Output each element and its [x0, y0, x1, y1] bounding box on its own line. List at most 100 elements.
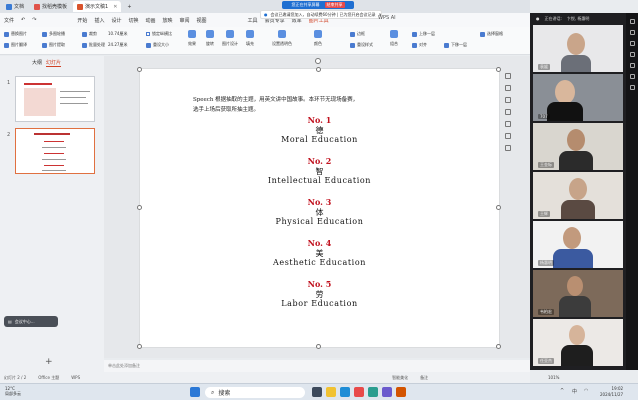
slide-thumbnail-1[interactable]: [15, 76, 95, 122]
mic-icon[interactable]: [629, 19, 635, 24]
tab-templates[interactable]: 找稻壳模板: [30, 1, 71, 12]
resize-handle[interactable]: [496, 67, 501, 72]
app-icon[interactable]: [396, 387, 406, 397]
video-tile[interactable]: 王辉: [533, 172, 623, 219]
start-icon[interactable]: [190, 387, 200, 397]
crop-button[interactable]: 裁剪: [82, 31, 97, 37]
meeting-app-icon[interactable]: [368, 387, 378, 397]
video-tile[interactable]: 王金标: [533, 123, 623, 170]
tray-arrow-icon[interactable]: ^: [560, 388, 564, 394]
effects-button[interactable]: 效果: [188, 30, 196, 47]
video-tile[interactable]: 707: [533, 74, 623, 121]
reset-style-button[interactable]: 重设样式: [350, 42, 373, 48]
stop-share-button[interactable]: 结束共享: [324, 2, 345, 8]
rotate-handle[interactable]: [315, 58, 321, 64]
image-translate-button[interactable]: 图片翻译: [4, 42, 27, 48]
doc-icon: [6, 3, 12, 10]
menu-design[interactable]: 设计: [111, 17, 121, 24]
menu-view[interactable]: 视图: [197, 17, 207, 24]
tab-slides[interactable]: 幻灯片: [46, 59, 62, 67]
menu-slideshow[interactable]: 放映: [163, 17, 173, 24]
redo-icon[interactable]: ↷: [32, 17, 36, 23]
smart-beautify-button[interactable]: 智能美化: [392, 375, 408, 381]
animation-icon[interactable]: [505, 121, 511, 127]
menu-home[interactable]: 开始: [77, 17, 87, 24]
menu-review[interactable]: 审阅: [180, 17, 190, 24]
wps-icon[interactable]: [354, 387, 364, 397]
style-icon[interactable]: [505, 109, 511, 115]
close-tab-icon[interactable]: ✕: [113, 4, 117, 10]
menu-file[interactable]: 文件: [4, 17, 14, 24]
store-icon[interactable]: [382, 387, 392, 397]
height-field[interactable]: 24.27厘米: [108, 42, 127, 48]
weather-widget[interactable]: 12°C 局部多云: [5, 386, 21, 396]
notes-toggle[interactable]: 备注: [420, 375, 428, 381]
width-field[interactable]: 10.74厘米: [108, 31, 127, 37]
settings-icon[interactable]: [629, 85, 635, 90]
resize-button[interactable]: 重设大小: [146, 42, 169, 48]
notes-pane[interactable]: 单击此处添加备注: [104, 360, 530, 372]
lock-ratio-checkbox[interactable]: 锁定纵横比: [146, 31, 172, 37]
tab-outline[interactable]: 大纲: [32, 59, 42, 67]
share-icon[interactable]: [629, 41, 635, 46]
menu-insert[interactable]: 插入: [94, 17, 104, 24]
ime-indicator[interactable]: 中: [572, 388, 577, 395]
more-icon[interactable]: [505, 145, 511, 151]
up-layer-button[interactable]: 上移一层: [412, 31, 435, 37]
slide-number: 2: [7, 132, 11, 138]
resize-handle[interactable]: [316, 344, 321, 349]
camera-icon[interactable]: [629, 30, 635, 35]
ppt-icon: [77, 3, 84, 10]
select-pane-button[interactable]: 选择窗格: [480, 31, 503, 37]
resize-handle[interactable]: [496, 344, 501, 349]
fit-icon[interactable]: [505, 133, 511, 139]
batch-button[interactable]: 批量处理: [82, 42, 105, 48]
new-tab-button[interactable]: +: [123, 1, 135, 12]
border-button[interactable]: 边框: [350, 31, 365, 37]
task-view-icon[interactable]: [312, 387, 322, 397]
image-design-button[interactable]: 图片设计: [222, 30, 238, 47]
crop-icon[interactable]: [505, 97, 511, 103]
multi-image-button[interactable]: 多图轮播: [42, 31, 65, 37]
tab-presentation[interactable]: 演示文稿1 ✕: [73, 1, 122, 12]
layers-icon[interactable]: [505, 73, 511, 79]
menu-transitions[interactable]: 切换: [128, 17, 138, 24]
wps-ai-button[interactable]: WPS AI: [378, 15, 396, 21]
members-icon[interactable]: [629, 52, 635, 57]
meeting-center-chip[interactable]: ▤ 会议中心...: [4, 316, 58, 327]
image-extract-button[interactable]: 图片提取: [42, 42, 65, 48]
wifi-icon[interactable]: ◠: [584, 388, 588, 394]
chat-icon[interactable]: [629, 63, 635, 68]
add-slide-button[interactable]: +: [45, 357, 53, 367]
resize-handle[interactable]: [137, 67, 142, 72]
video-tile[interactable]: 袁媛: [533, 25, 623, 72]
menu-tools[interactable]: 工具: [248, 17, 258, 24]
zoom-level[interactable]: 101%: [548, 375, 559, 380]
fill-button[interactable]: 填充: [246, 30, 254, 47]
video-tile[interactable]: 任亚杰: [533, 319, 623, 366]
down-layer-icon: [444, 42, 449, 48]
clock[interactable]: 19:02 2024/11/27: [600, 386, 623, 398]
edge-icon[interactable]: [340, 387, 350, 397]
resize-handle[interactable]: [137, 344, 142, 349]
reset-icon: [350, 42, 355, 48]
undo-icon[interactable]: ↶: [21, 17, 25, 23]
fill-icon: [246, 30, 254, 38]
color-button[interactable]: 颜色: [314, 30, 322, 47]
zoom-icon[interactable]: [505, 85, 511, 91]
tab-documents[interactable]: 文档: [2, 1, 28, 12]
align-button[interactable]: 对齐: [412, 42, 427, 48]
search-box[interactable]: ⌕ 搜索: [205, 387, 305, 398]
slide-thumbnail-2[interactable]: [15, 128, 95, 174]
combine-button[interactable]: 组合: [390, 30, 398, 47]
menu-animations[interactable]: 动画: [145, 17, 155, 24]
transparent-button[interactable]: 设置透明色: [272, 30, 292, 47]
file-explorer-icon[interactable]: [326, 387, 336, 397]
replace-image-button[interactable]: 替换图片: [4, 31, 27, 37]
image-rotate-button[interactable]: 旋转: [206, 30, 214, 47]
video-tile[interactable]: 韦柏宏: [533, 270, 623, 317]
record-icon[interactable]: [629, 74, 635, 79]
resize-handle[interactable]: [316, 67, 321, 72]
down-layer-button[interactable]: 下移一层: [444, 42, 467, 48]
video-tile[interactable]: 杨惠明: [533, 221, 623, 268]
